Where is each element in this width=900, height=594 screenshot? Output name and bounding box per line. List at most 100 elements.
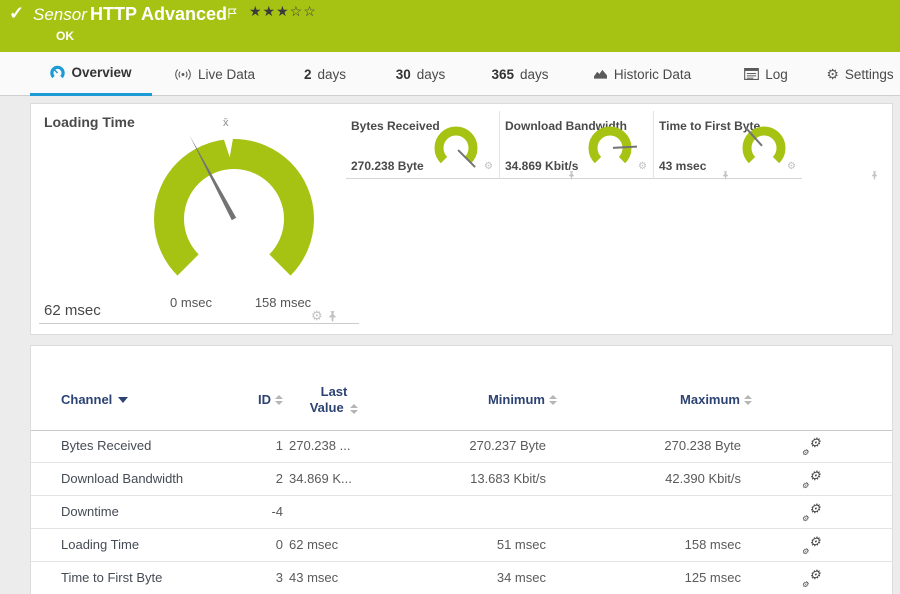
cell-id: 0 — [275, 537, 283, 552]
tab-log[interactable]: Log — [736, 52, 796, 96]
cell-minimum: 270.237 Byte — [469, 438, 546, 453]
tab-settings[interactable]: ⚙ Settings — [820, 52, 900, 96]
cell-maximum: 158 msec — [684, 537, 741, 552]
tab-number: 365 — [491, 66, 514, 82]
column-label: Minimum — [487, 392, 545, 407]
area-chart-icon — [593, 68, 608, 81]
tab-label: days — [520, 66, 549, 82]
gauge-settings-gear-icon[interactable]: ⚙ — [638, 161, 647, 172]
tab-2-days[interactable]: 2 days — [290, 52, 360, 96]
channel-settings-icon[interactable]: ⚙ ⚙ — [802, 435, 821, 457]
channel-settings-icon[interactable]: ⚙ ⚙ — [802, 567, 821, 589]
tile-time-to-first-byte: Time to First Byte 43 msec ⚙ — [654, 111, 877, 180]
live-signal-icon — [174, 68, 192, 81]
sensor-kind-label: Sensor — [33, 5, 87, 24]
column-label: Channel — [61, 392, 113, 407]
column-label: ID — [258, 392, 271, 407]
main-gauge-title: Loading Time — [44, 114, 135, 130]
bytes-received-gauge — [434, 126, 478, 168]
gauge-settings-gear-icon[interactable]: ⚙ — [787, 161, 796, 172]
tab-label: Settings — [844, 66, 894, 82]
tab-label: Log — [765, 66, 788, 82]
sensor-title: HTTP Advanced — [90, 4, 228, 24]
sort-icons — [275, 392, 283, 407]
tab-bar: Overview Live Data 2 days 30 days 365 da… — [0, 52, 900, 96]
channel-settings-icon[interactable]: ⚙ ⚙ — [802, 501, 821, 523]
prtg-sensor-page: ✓ Sensor HTTP Advanced ★★★☆☆ OK Overview… — [0, 0, 900, 594]
log-list-icon — [744, 68, 760, 80]
tab-overview[interactable]: Overview — [30, 52, 152, 96]
tab-label: Overview — [71, 65, 132, 80]
status-ok-check-icon: ✓ — [9, 3, 25, 23]
cell-minimum: 34 msec — [496, 570, 546, 585]
tile-bytes-received: Bytes Received 270.238 Byte ⚙ — [346, 111, 574, 180]
gauge-settings-gear-icon[interactable]: ⚙ — [484, 161, 493, 172]
download-bandwidth-gauge — [588, 126, 638, 164]
sort-icons — [744, 392, 752, 407]
cell-channel: Downtime — [61, 504, 119, 519]
tab-label: days — [416, 66, 446, 82]
gauge-settings-gear-icon[interactable]: ⚙ — [311, 308, 323, 324]
status-badge: OK — [56, 29, 74, 43]
tab-365-days[interactable]: 365 days — [480, 52, 560, 96]
tab-label: days — [317, 66, 347, 82]
gauge-icon — [50, 65, 66, 80]
gauge-toolbar: ⚙ — [311, 308, 337, 324]
cell-minimum: 13.683 Kbit/s — [470, 471, 546, 486]
tab-30-days[interactable]: 30 days — [383, 52, 458, 96]
sensor-status-bar: ✓ Sensor HTTP Advanced ★★★☆☆ OK — [0, 0, 900, 52]
table-row: Time to First Byte 3 43 msec 34 msec 125… — [31, 562, 892, 594]
cell-channel: Loading Time — [61, 537, 140, 552]
table-row: Loading Time 0 62 msec 51 msec 158 msec … — [31, 529, 892, 562]
tile-value: 43 msec — [659, 159, 707, 173]
channel-settings-icon[interactable]: ⚙ ⚙ — [802, 468, 821, 490]
column-label: Maximum — [680, 392, 740, 407]
cell-maximum: 270.238 Byte — [664, 438, 741, 453]
column-header-id[interactable]: ID — [231, 392, 283, 407]
cell-channel: Time to First Byte — [61, 570, 163, 585]
table-row: Download Bandwidth 2 34.869 K... 13.683 … — [31, 463, 892, 496]
gauge-scale-min: 0 msec — [170, 295, 212, 310]
tile-toolbar: ⚙ — [638, 161, 728, 180]
sort-icons — [350, 403, 359, 414]
pin-icon[interactable] — [328, 310, 337, 322]
tab-historic-data[interactable]: Historic Data — [588, 52, 696, 96]
cell-minimum: 51 msec — [496, 537, 546, 552]
gauge-scale-max: 158 msec — [254, 295, 312, 310]
tile-value: 34.869 Kbit/s — [505, 159, 579, 173]
tab-number: 2 — [303, 66, 312, 82]
main-gauge-value: 62 msec — [44, 302, 101, 319]
table-row: Bytes Received 1 270.238 ... 270.237 Byt… — [31, 430, 892, 463]
channel-settings-icon[interactable]: ⚙ ⚙ — [802, 534, 821, 556]
tile-title: Bytes Received — [351, 119, 440, 133]
overview-gauges-panel: Loading Time x̄ 0 msec 158 msec 62 msec … — [30, 103, 893, 335]
gauge-needle — [612, 145, 638, 149]
cell-id: 3 — [275, 570, 283, 585]
pin-icon[interactable] — [871, 171, 878, 180]
tile-toolbar: ⚙ — [787, 161, 877, 180]
gear-icon: ⚙ — [826, 65, 839, 82]
tab-live-data[interactable]: Live Data — [162, 52, 267, 96]
cell-id: -4 — [271, 504, 283, 519]
divider — [39, 323, 359, 324]
tile-value: 270.238 Byte — [351, 159, 424, 173]
tab-number: 30 — [395, 66, 411, 82]
cell-channel: Bytes Received — [61, 438, 152, 453]
column-header-channel[interactable]: Channel — [61, 392, 129, 407]
cell-maximum: 125 msec — [684, 570, 741, 585]
loading-time-gauge: x̄ — [154, 117, 314, 276]
tile-download-bandwidth: Download Bandwidth 34.869 Kbit/s ⚙ — [500, 111, 728, 180]
cell-channel: Download Bandwidth — [61, 471, 184, 486]
channels-table-panel: Channel ID Last Value Minimum Maximum By… — [30, 345, 893, 594]
cell-maximum: 42.390 Kbit/s — [665, 471, 741, 486]
sort-desc-icon — [118, 397, 129, 403]
column-header-maximum[interactable]: Maximum — [556, 392, 752, 407]
tab-label: Historic Data — [613, 66, 692, 82]
average-marker-label: x̄ — [223, 117, 229, 129]
table-row: Downtime -4 ⚙ ⚙ — [31, 496, 892, 529]
column-header-minimum[interactable]: Minimum — [361, 392, 557, 407]
favorite-flag-icon[interactable] — [228, 6, 237, 24]
priority-stars[interactable]: ★★★☆☆ — [249, 3, 317, 20]
tile-toolbar: ⚙ — [484, 161, 574, 180]
time-to-first-byte-gauge — [742, 126, 786, 164]
